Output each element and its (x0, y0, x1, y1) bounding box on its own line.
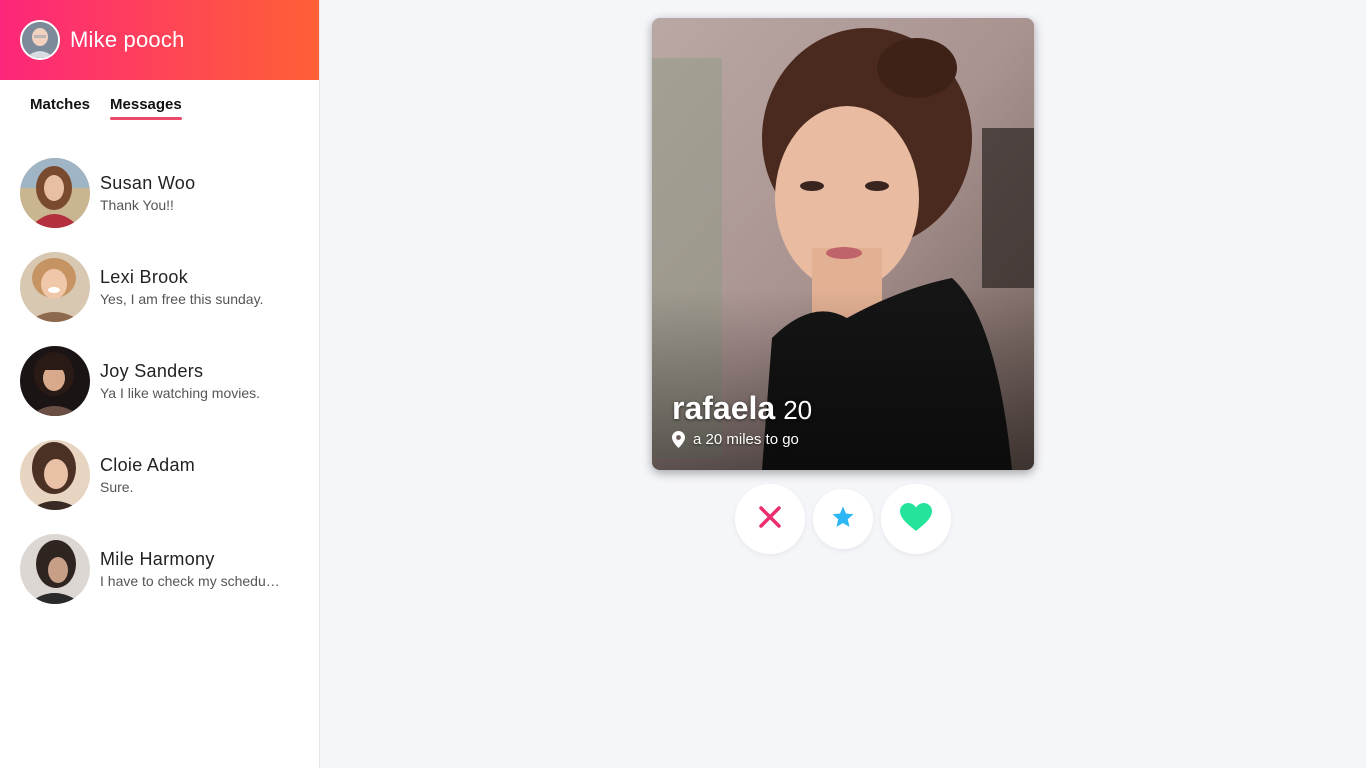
tab-messages[interactable]: Messages (110, 96, 182, 120)
avatar (20, 158, 90, 228)
message-list: Susan Woo Thank You!! Lexi Brook Yes, I … (0, 146, 319, 616)
tab-matches[interactable]: Matches (30, 96, 90, 120)
message-item[interactable]: Susan Woo Thank You!! (0, 146, 319, 240)
card-age: 20 (783, 395, 813, 425)
contact-name: Susan Woo (100, 173, 196, 193)
contact-name: Joy Sanders (100, 361, 204, 381)
message-preview: Thank You!! (100, 197, 174, 213)
avatar (20, 252, 90, 322)
message-item[interactable]: Mile Harmony I have to check my schedule… (0, 522, 319, 616)
message-preview: I have to check my schedule. (100, 573, 280, 589)
message-text: Susan Woo Thank You!! (100, 173, 290, 213)
message-text: Cloie Adam Sure. (100, 455, 290, 495)
avatar (20, 346, 90, 416)
card-name-line: rafaela 20 (672, 390, 812, 427)
contact-name: Cloie Adam (100, 455, 196, 475)
message-preview: Yes, I am free this sunday. (100, 291, 264, 307)
user-name: Mike pooch (70, 27, 185, 52)
message-item[interactable]: Cloie Adam Sure. (0, 428, 319, 522)
message-text: Lexi Brook Yes, I am free this sunday. (100, 267, 290, 307)
card-distance: a 20 miles to go (672, 431, 812, 448)
user-avatar[interactable] (20, 20, 60, 60)
message-preview: Sure. (100, 479, 134, 495)
card-info: rafaela 20 a 20 miles to go (672, 390, 812, 448)
super-like-button[interactable] (813, 489, 873, 549)
message-item[interactable]: Lexi Brook Yes, I am free this sunday. (0, 240, 319, 334)
sidebar: Mike pooch Matches Messages Susan Woo Th… (0, 0, 320, 768)
nope-button[interactable] (735, 484, 805, 554)
message-text: Joy Sanders Ya I like watching movies. (100, 361, 290, 401)
action-bar (735, 484, 951, 554)
location-pin-icon (672, 431, 685, 448)
avatar (20, 534, 90, 604)
profile-header[interactable]: Mike pooch (0, 0, 319, 80)
like-button[interactable] (881, 484, 951, 554)
star-icon (831, 505, 855, 534)
card-name: rafaela (672, 390, 776, 426)
heart-icon (899, 502, 933, 537)
message-item[interactable]: Joy Sanders Ya I like watching movies. (0, 334, 319, 428)
distance-text: a 20 miles to go (693, 431, 799, 448)
message-text: Mile Harmony I have to check my schedule… (100, 549, 290, 589)
contact-name: Mile Harmony (100, 549, 215, 569)
profile-card[interactable]: rafaela 20 a 20 miles to go (652, 18, 1034, 470)
avatar (20, 440, 90, 510)
contact-name: Lexi Brook (100, 267, 189, 287)
tab-bar: Matches Messages (0, 96, 319, 120)
close-icon (758, 505, 782, 534)
message-preview: Ya I like watching movies. (100, 385, 261, 401)
